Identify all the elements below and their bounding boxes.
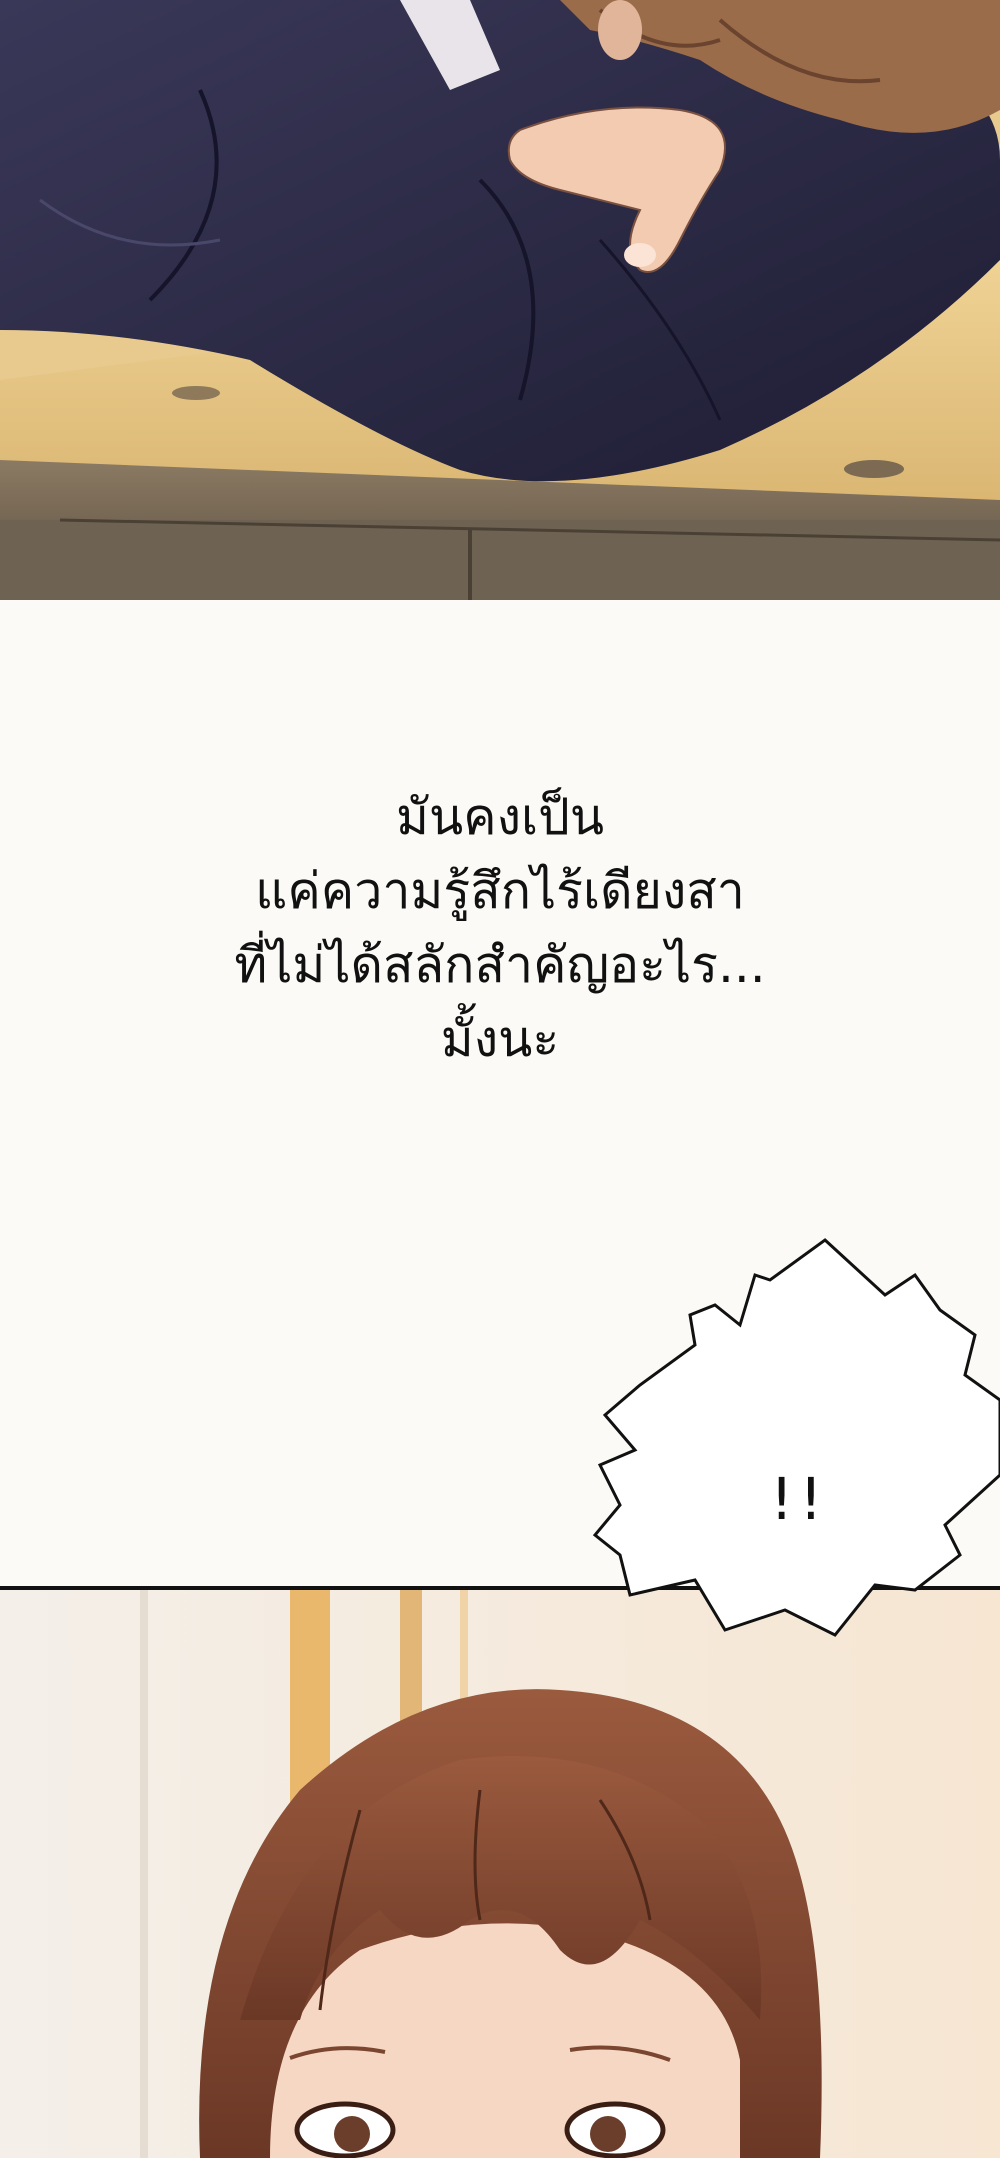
desk-bolt-right [844, 460, 904, 478]
narration-line-2: แค่ความรู้สึกไร้เดียงสา [255, 862, 745, 920]
girl-illustration [0, 1590, 1000, 2158]
narration-line-1: มันคงเป็น [395, 788, 604, 846]
sleeping-man-illustration [0, 0, 1000, 600]
desk-bolt-left [172, 386, 220, 400]
man-ear [598, 0, 642, 60]
speech-bubble [592, 1238, 1000, 1637]
top-panel-illustration [0, 0, 1000, 600]
narration-caption: มันคงเป็น แค่ความรู้สึกไร้เดียงสา ที่ไม่… [0, 780, 1000, 1076]
narration-line-3: ที่ไม่ได้สลักสำคัญอะไร... [234, 936, 766, 994]
desk-base [0, 520, 1000, 600]
speech-bubble-text: !! [770, 1465, 829, 1533]
bottom-panel-illustration [0, 1586, 1000, 2158]
speech-bubble-shape [592, 1238, 1000, 1637]
narration-line-4: มั้งนะ [440, 1010, 560, 1068]
